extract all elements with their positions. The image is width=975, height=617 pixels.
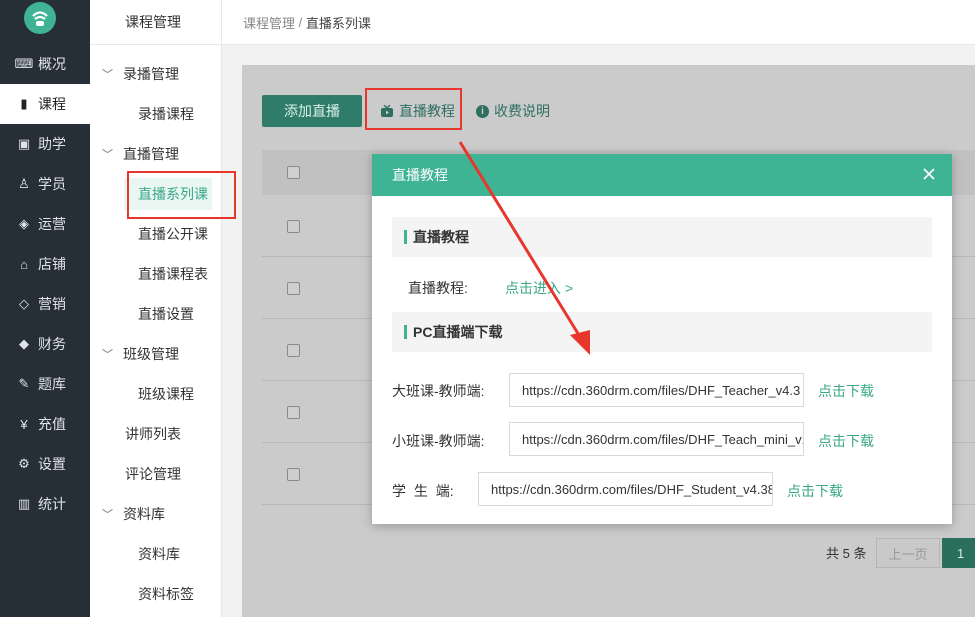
annotation-arrow [458,141,590,355]
